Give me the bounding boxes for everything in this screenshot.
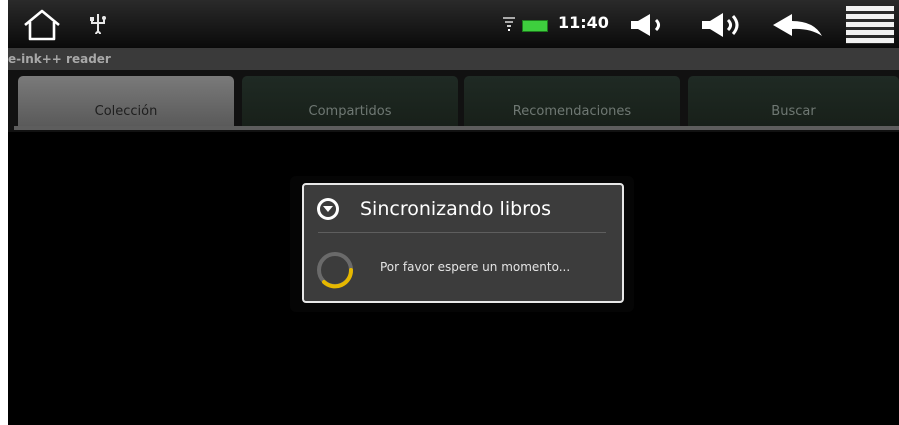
volume-up-icon[interactable] [700,10,746,40]
tab-bar: Colección Compartidos Recomendaciones Bu… [8,70,899,132]
loading-spinner [317,252,354,289]
app-title-bar: e-ink++ reader [8,48,899,70]
dialog-message: Por favor espere un momento... [380,260,571,274]
home-icon[interactable] [22,8,62,42]
wifi-icon [503,17,515,31]
menu-icon[interactable] [846,6,894,44]
chevron-down-circle-icon [317,198,339,220]
tab-label: Buscar [771,104,816,119]
tab-underline [14,126,899,130]
tab-coleccion[interactable]: Colección [18,76,234,126]
device-screen: 11:40 e-ink++ reader Colección Compartid… [8,0,899,425]
app-title: e-ink++ reader [8,52,111,66]
tab-label: Compartidos [308,104,392,119]
tab-recomendaciones[interactable]: Recomendaciones [464,76,680,126]
usb-icon [90,14,106,34]
tab-label: Recomendaciones [512,104,632,119]
status-bar: 11:40 [8,0,899,48]
tab-label: Colección [94,104,158,119]
sync-progress-dialog: Sincronizando libros Por favor espere un… [302,183,624,303]
tab-compartidos[interactable]: Compartidos [242,76,458,126]
status-clock: 11:40 [558,13,609,32]
back-icon[interactable] [770,12,826,38]
tab-buscar[interactable]: Buscar [688,76,899,126]
dialog-divider [318,232,606,233]
volume-down-icon[interactable] [628,12,668,38]
battery-icon [522,20,548,32]
dialog-title: Sincronizando libros [360,198,552,220]
